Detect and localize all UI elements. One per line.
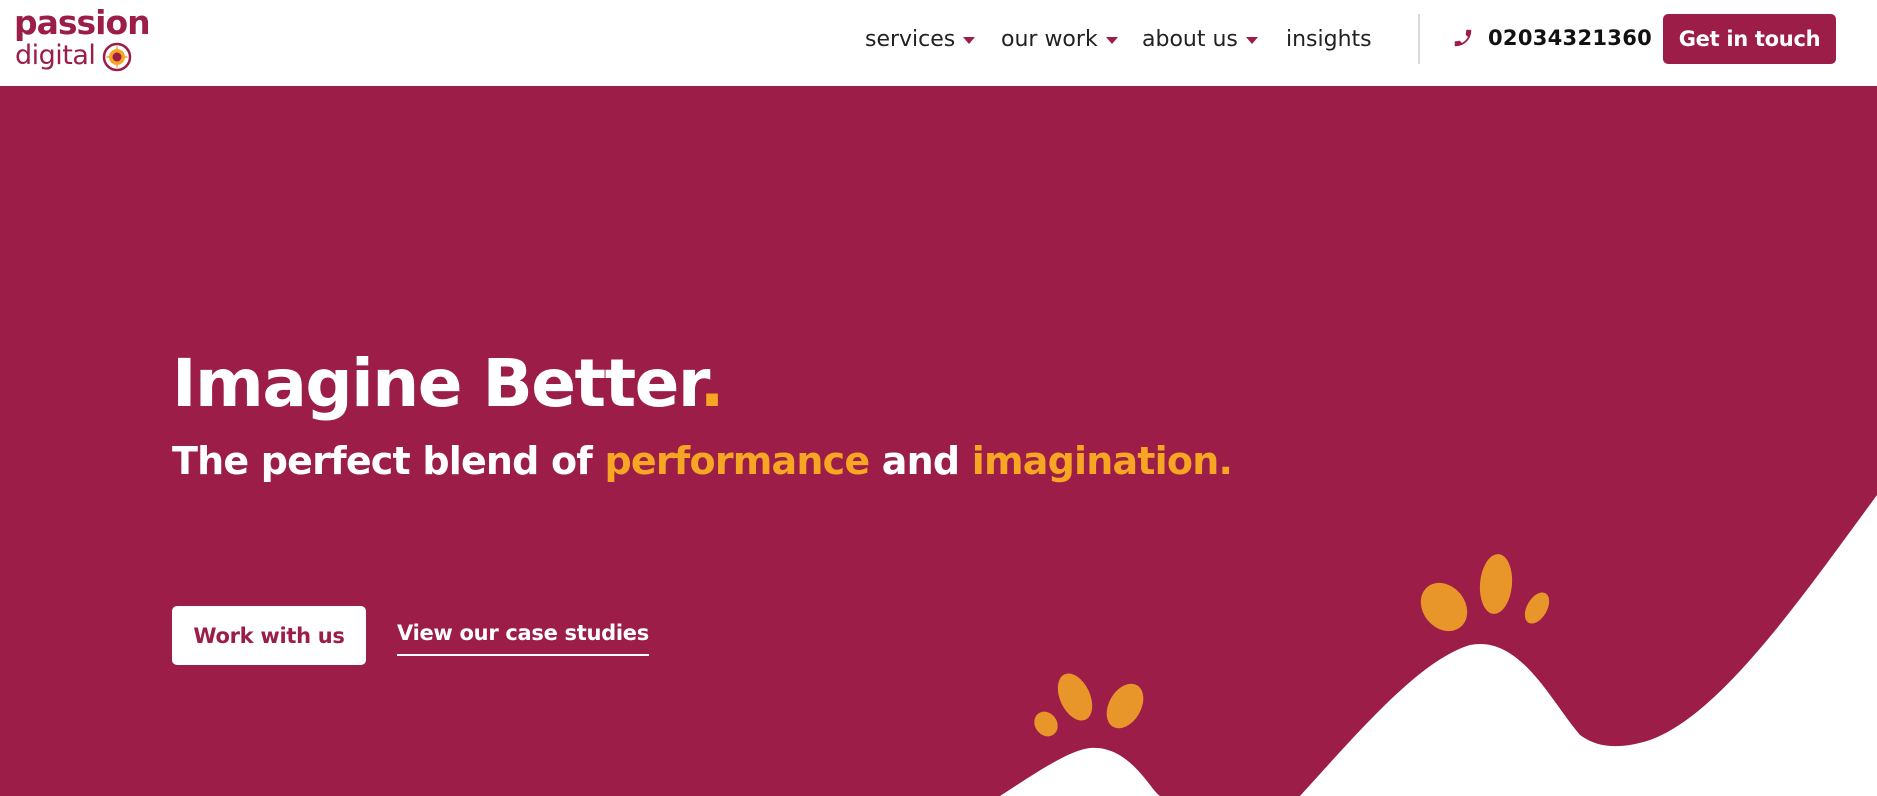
work-with-us-button[interactable]: Work with us: [172, 606, 366, 665]
chevron-down-icon: [1105, 36, 1118, 44]
phone-number: 02034321360: [1488, 26, 1653, 50]
hero-title-text: Imagine Better: [172, 345, 701, 422]
sun-icon: [102, 42, 132, 72]
chevron-down-icon: [1245, 36, 1258, 44]
logo[interactable]: passion digital: [14, 4, 151, 76]
logo-text-bottom: digital: [15, 40, 96, 71]
nav-item-about-us[interactable]: about us: [1142, 19, 1258, 59]
get-in-touch-button[interactable]: Get in touch: [1663, 14, 1836, 64]
hero-title-dot: .: [699, 345, 725, 422]
site-header: passion digital services our work about …: [0, 0, 1877, 86]
phone-link[interactable]: 02034321360: [1452, 18, 1652, 58]
nav-label-insights: insights: [1286, 26, 1372, 52]
hero-subtitle: The perfect blend of performance and ima…: [172, 436, 1233, 486]
hero-sub-part1: The perfect blend of: [172, 439, 605, 483]
view-case-studies-link[interactable]: View our case studies: [397, 618, 649, 656]
logo-text-top: passion: [14, 3, 151, 42]
hero-sub-part2: and: [869, 439, 972, 483]
nav-label-our-work: our work: [1001, 26, 1098, 52]
hero-title: Imagine Better.: [172, 344, 725, 424]
hero-sub-highlight2: imagination.: [971, 439, 1233, 483]
petal-group-left: [1034, 673, 1144, 737]
petal-group-right: [1420, 554, 1550, 632]
hero-sub-highlight1: performance: [604, 439, 870, 483]
nav-divider: [1418, 14, 1420, 64]
nav-item-services[interactable]: services: [865, 19, 976, 59]
nav-label-services: services: [865, 26, 956, 52]
nav-label-about-us: about us: [1142, 26, 1238, 52]
nav-item-our-work[interactable]: our work: [1001, 19, 1118, 59]
white-wave-shape: [1000, 495, 1877, 796]
phone-icon: [1454, 29, 1472, 47]
nav-item-insights[interactable]: insights: [1286, 19, 1372, 59]
chevron-down-icon: [963, 36, 976, 44]
